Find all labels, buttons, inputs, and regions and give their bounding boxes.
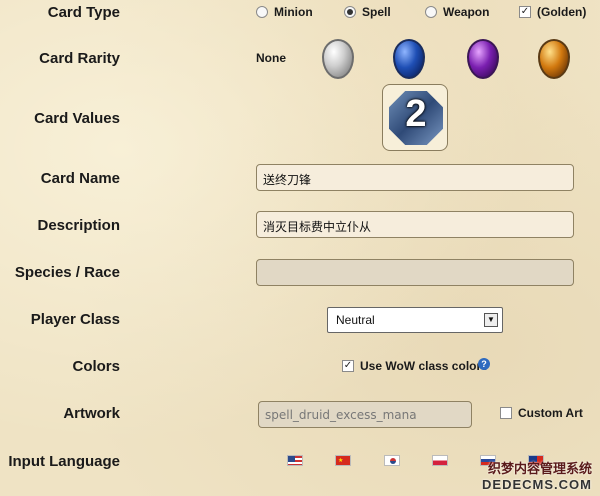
star-icon: ★	[338, 458, 344, 464]
mana-cost-box[interactable]: 2	[382, 84, 448, 151]
label-artwork: Artwork	[63, 405, 120, 422]
label-species: Species / Race	[14, 264, 120, 281]
mana-cost-value: 2	[405, 93, 427, 135]
radio-weapon[interactable]: Weapon	[425, 5, 489, 19]
artwork-input[interactable]: spell_druid_excess_mana	[258, 401, 472, 428]
description-input[interactable]: 消灭目标费中立仆从	[256, 211, 574, 238]
label-card-rarity: Card Rarity	[39, 50, 120, 67]
orange-gem-icon[interactable]	[538, 39, 570, 79]
label-card-type: Card Type	[47, 4, 120, 21]
label-card-name: Card Name	[40, 170, 120, 187]
china-flag-icon[interactable]: ★	[335, 455, 351, 466]
blue-gem-icon[interactable]	[393, 39, 425, 79]
watermark-line-2: DEDECMS.COM	[482, 477, 592, 492]
radio-circle	[256, 6, 268, 18]
card-name-input[interactable]: 送终刀锋	[256, 164, 574, 191]
label-card-values: Card Values	[34, 110, 120, 127]
korea-flag-icon[interactable]	[384, 455, 400, 466]
us-flag-canton	[288, 456, 295, 462]
radio-weapon-label: Weapon	[443, 5, 490, 19]
player-class-value: Neutral	[336, 313, 375, 327]
checkmark-icon: ✓	[342, 360, 354, 372]
custom-art-checkbox[interactable]: Custom Art	[500, 406, 583, 420]
radio-minion-label: Minion	[274, 5, 313, 19]
help-icon[interactable]: ?	[478, 358, 490, 370]
watermark: 织梦内容管理系统 DEDECMS.COM	[482, 458, 592, 492]
radio-spell-label: Spell	[362, 5, 391, 19]
label-player-class: Player Class	[30, 311, 120, 328]
player-class-select[interactable]: Neutral ▼	[327, 307, 503, 333]
radio-circle	[344, 6, 356, 18]
radio-spell[interactable]: Spell	[344, 5, 391, 19]
silver-gem-icon[interactable]	[322, 39, 354, 79]
radio-circle	[425, 6, 437, 18]
golden-label: (Golden)	[537, 5, 587, 19]
purple-gem-icon[interactable]	[467, 39, 499, 79]
checkmark-icon: ✓	[519, 6, 531, 18]
radio-minion[interactable]: Minion	[256, 5, 313, 19]
wow-colors-label: Use WoW class colors	[360, 359, 488, 373]
watermark-line-1: 织梦内容管理系统	[487, 462, 592, 477]
chevron-down-icon[interactable]: ▼	[484, 313, 498, 327]
taegeuk-icon	[390, 458, 396, 464]
custom-art-label: Custom Art	[518, 406, 583, 420]
us-flag-icon[interactable]	[287, 455, 303, 466]
checkbox-box	[500, 407, 512, 419]
label-description: Description	[37, 217, 120, 234]
rarity-none[interactable]: None	[256, 51, 286, 65]
golden-checkbox[interactable]: ✓ (Golden)	[519, 5, 586, 19]
poland-flag-icon[interactable]	[432, 455, 448, 466]
label-input-language: Input Language	[8, 453, 120, 470]
wow-colors-checkbox[interactable]: ✓ Use WoW class colors	[342, 359, 488, 373]
rarity-none-label: None	[256, 51, 286, 65]
label-colors: Colors	[72, 358, 120, 375]
species-input[interactable]	[256, 259, 574, 286]
